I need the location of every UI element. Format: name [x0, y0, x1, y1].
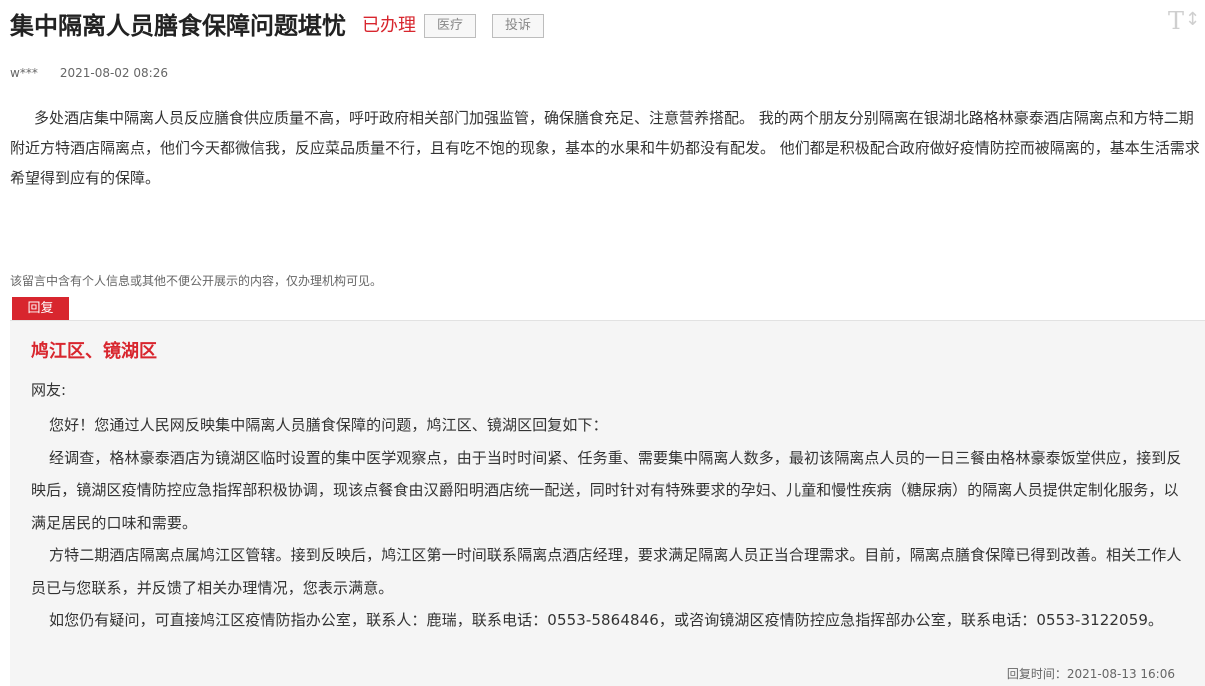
reply-paragraph: 方特二期酒店隔离点属鸠江区管辖。接到反映后，鸠江区第一时间联系隔离点酒店经理，要…: [31, 546, 1182, 597]
reply-body: 您好！您通过人民网反映集中隔离人员膳食保障的问题，鸠江区、镜湖区回复如下： 经调…: [31, 409, 1183, 637]
reply-panel: 鸠江区、镜湖区 网友: 您好！您通过人民网反映集中隔离人员膳食保障的问题，鸠江区…: [10, 320, 1205, 686]
reply-greeting: 网友:: [31, 381, 67, 399]
category-tag-complaint[interactable]: 投诉: [492, 14, 545, 38]
author-name: w***: [10, 66, 38, 80]
reply-paragraph: 如您仍有疑问，可直接鸠江区疫情防指办公室，联系人：鹿瑞，联系电话：0553-58…: [49, 611, 1164, 629]
status-badge: 已办理: [362, 15, 416, 36]
page-title: 集中隔离人员膳食保障问题堪忧: [10, 12, 346, 40]
privacy-note: 该留言中含有个人信息或其他不便公开展示的内容，仅办理机构可见。: [10, 274, 383, 288]
font-size-icon[interactable]: T ↕: [1168, 6, 1202, 36]
message-header: 集中隔离人员膳食保障问题堪忧 已办理 医疗 投诉: [10, 9, 545, 43]
post-datetime: 2021-08-02 08:26: [59, 66, 168, 80]
reply-tab: 回复: [12, 297, 69, 320]
font-size-arrow-icon: ↕: [1185, 9, 1201, 30]
font-size-letter: T: [1168, 7, 1185, 35]
message-meta: w*** 2021-08-02 08:26: [10, 66, 168, 80]
reply-organization: 鸠江区、镜湖区: [31, 341, 157, 362]
reply-paragraph: 经调查，格林豪泰酒店为镜湖区临时设置的集中医学观察点，由于当时时间紧、任务重、需…: [31, 448, 1182, 532]
reply-paragraph: 您好！您通过人民网反映集中隔离人员膳食保障的问题，鸠江区、镜湖区回复如下：: [49, 416, 608, 434]
reply-timestamp: 回复时间：2021-08-13 16:06: [1006, 667, 1175, 681]
message-content: 多处酒店集中隔离人员反应膳食供应质量不高，呼吁政府相关部门加强监管，确保膳食充足…: [10, 109, 1200, 187]
category-tag-medical[interactable]: 医疗: [424, 14, 477, 38]
